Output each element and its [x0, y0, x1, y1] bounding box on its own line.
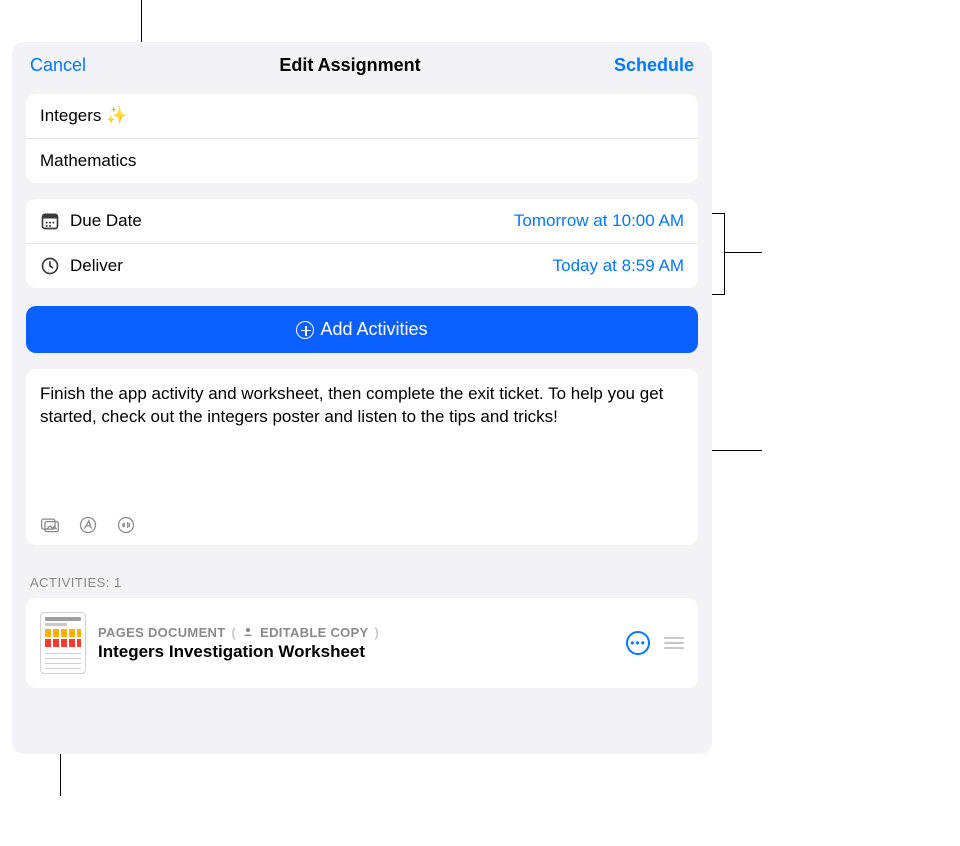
- due-date-label: Due Date: [70, 211, 142, 231]
- edit-assignment-panel: Cancel Edit Assignment Schedule Integers…: [12, 42, 712, 754]
- activity-type-label: PAGES DOCUMENT: [98, 625, 225, 640]
- activity-meta-separator: (: [231, 625, 236, 640]
- activities-section-label: ACTIVITIES: 1: [30, 575, 694, 590]
- deliver-row[interactable]: Deliver Today at 8:59 AM: [26, 243, 698, 288]
- activity-more-button[interactable]: •••: [626, 631, 650, 655]
- cancel-button[interactable]: Cancel: [30, 55, 86, 76]
- deliver-label: Deliver: [70, 256, 123, 276]
- activity-title: Integers Investigation Worksheet: [98, 642, 626, 662]
- activity-thumbnail: [40, 612, 86, 674]
- assignment-subject-text: Mathematics: [40, 151, 136, 171]
- deliver-value[interactable]: Today at 8:59 AM: [553, 256, 684, 276]
- clock-icon: [40, 256, 60, 276]
- assignment-title-field[interactable]: Integers ✨: [26, 94, 698, 138]
- activity-info: PAGES DOCUMENT ( EDITABLE COPY ) Integer…: [98, 625, 626, 662]
- plus-circle-icon: [296, 321, 314, 339]
- assignment-subject-field[interactable]: Mathematics: [26, 138, 698, 183]
- assignment-title-text: Integers ✨: [40, 106, 127, 126]
- person-icon: [242, 626, 254, 638]
- panel-title: Edit Assignment: [279, 55, 420, 76]
- schedule-button[interactable]: Schedule: [614, 55, 694, 76]
- instructions-text: Finish the app activity and worksheet, t…: [40, 383, 684, 497]
- add-activities-label: Add Activities: [320, 319, 427, 340]
- audio-icon[interactable]: [116, 515, 136, 535]
- photos-icon[interactable]: [40, 515, 60, 535]
- title-card: Integers ✨ Mathematics: [26, 94, 698, 183]
- add-activities-button[interactable]: Add Activities: [26, 306, 698, 353]
- activity-badge-label: EDITABLE COPY: [260, 625, 368, 640]
- drag-handle-icon[interactable]: [664, 637, 684, 649]
- activity-row[interactable]: PAGES DOCUMENT ( EDITABLE COPY ) Integer…: [26, 598, 698, 688]
- markup-icon[interactable]: [78, 515, 98, 535]
- panel-header: Cancel Edit Assignment Schedule: [12, 42, 712, 86]
- instructions-card[interactable]: Finish the app activity and worksheet, t…: [26, 369, 698, 545]
- instructions-toolbar: [40, 497, 684, 535]
- activity-meta-separator-close: ): [375, 625, 380, 640]
- dates-card: Due Date Tomorrow at 10:00 AM Deliver To…: [26, 199, 698, 288]
- due-date-row[interactable]: Due Date Tomorrow at 10:00 AM: [26, 199, 698, 243]
- due-date-value[interactable]: Tomorrow at 10:00 AM: [514, 211, 684, 231]
- calendar-icon: [40, 211, 60, 231]
